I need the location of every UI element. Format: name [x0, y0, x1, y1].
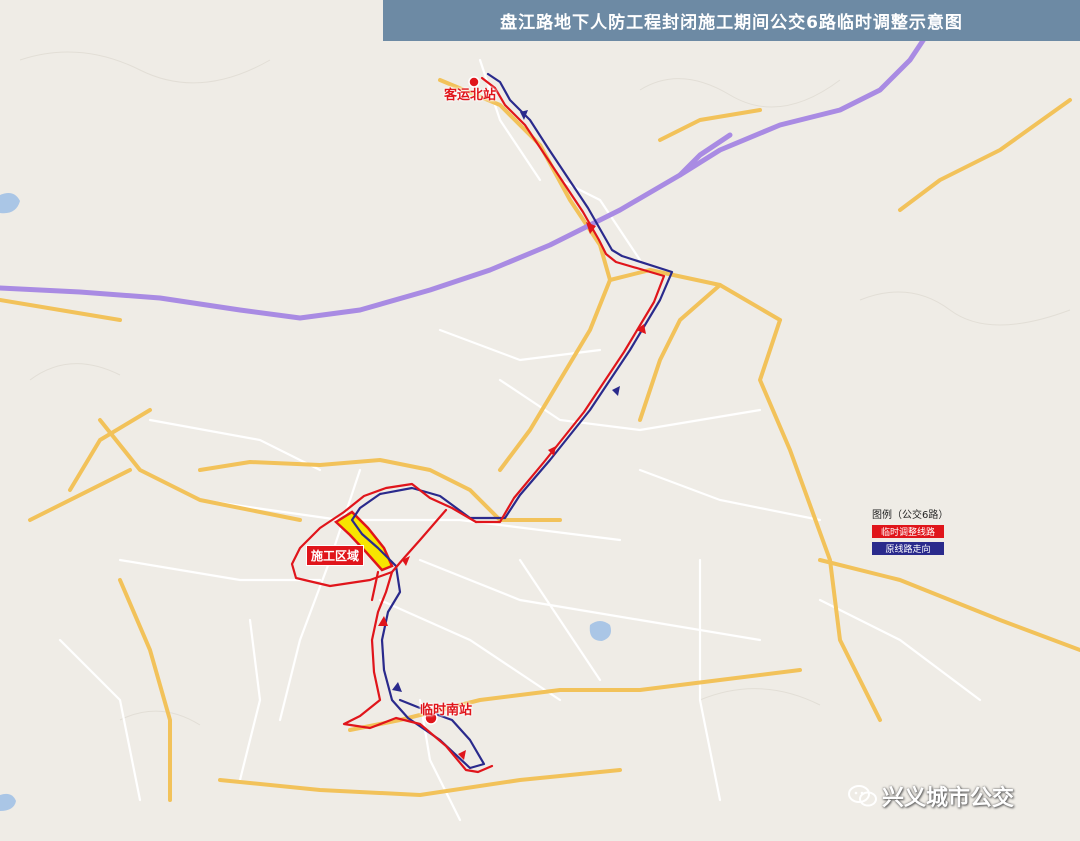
route-map[interactable]	[0, 0, 1080, 841]
legend-item-original-route: 原线路走向	[872, 542, 944, 555]
north-stop-label: 客运北站	[444, 88, 497, 103]
map-view[interactable]: 盘江路地下人防工程封闭施工期间公交6路临时调整示意图 客运北站 临时南站 施工区…	[0, 0, 1080, 841]
construction-zone-label: 施工区域	[306, 545, 365, 566]
wechat-icon	[848, 785, 877, 807]
map-title: 盘江路地下人防工程封闭施工期间公交6路临时调整示意图	[383, 0, 1080, 41]
map-background	[0, 0, 1080, 841]
south-stop-label: 临时南站	[420, 703, 473, 718]
legend-item-temporary-route: 临时调整线路	[872, 525, 944, 538]
watermark: 兴义城市公交	[848, 780, 1014, 812]
map-legend: 图例（公交6路） 临时调整线路 原线路走向	[872, 506, 948, 559]
watermark-text: 兴义城市公交	[882, 786, 1015, 811]
legend-title: 图例（公交6路）	[872, 510, 949, 521]
